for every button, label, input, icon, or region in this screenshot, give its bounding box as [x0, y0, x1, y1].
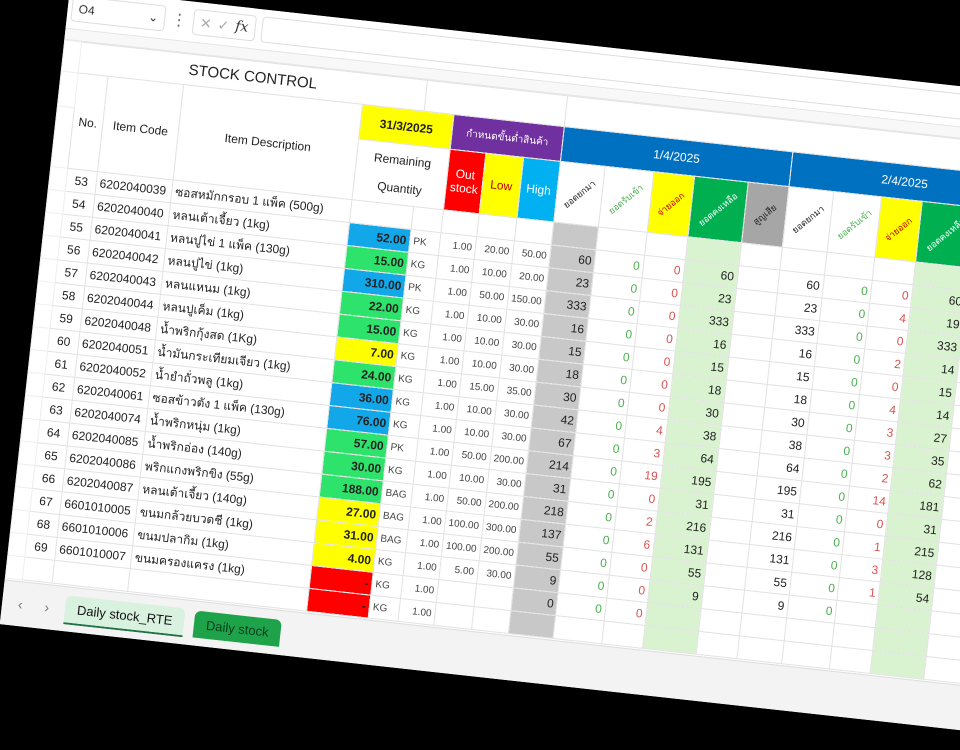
item-no[interactable]: 67 — [29, 488, 63, 515]
col-opening: ยอดยกมา — [782, 186, 834, 253]
item-no[interactable]: 53 — [65, 168, 98, 195]
opening-balance[interactable] — [736, 635, 785, 664]
item-no[interactable]: 69 — [24, 534, 58, 561]
item-no[interactable]: 58 — [52, 282, 85, 309]
loss[interactable] — [695, 631, 740, 659]
item-no[interactable]: 54 — [62, 191, 95, 218]
prev-sheet-icon[interactable]: ‹ — [11, 595, 29, 613]
header-item-code: Item Code — [97, 76, 184, 180]
item-no[interactable]: 65 — [34, 442, 68, 469]
stock-table: STOCK CONTROL No. Item Code Item Descrip… — [5, 40, 960, 685]
name-box[interactable]: O4 ⌄ — [70, 0, 167, 32]
col-opening: ยอดยกมา — [553, 161, 606, 227]
unit[interactable]: KG — [393, 366, 426, 393]
unit[interactable]: KG — [390, 389, 424, 416]
unit[interactable] — [411, 206, 444, 233]
item-no[interactable]: 55 — [60, 214, 93, 241]
unit[interactable]: KG — [373, 549, 406, 576]
received[interactable] — [553, 615, 605, 644]
unit[interactable]: KG — [395, 343, 429, 370]
min-low[interactable] — [433, 602, 474, 630]
tab-daily-stock[interactable]: Daily stock — [192, 610, 283, 647]
min-high[interactable] — [471, 606, 512, 634]
col-received: ยอดรับเข้า — [598, 166, 654, 233]
item-no[interactable]: 66 — [32, 465, 65, 492]
chevron-down-icon: ⌄ — [147, 9, 160, 25]
unit[interactable]: KG — [400, 297, 434, 325]
unit[interactable]: BAG — [378, 503, 411, 530]
issued[interactable] — [601, 620, 645, 649]
item-no[interactable] — [22, 556, 55, 584]
col-received: ยอดรับเข้า — [826, 191, 882, 258]
unit[interactable]: KG — [370, 572, 404, 599]
unit[interactable]: KG — [368, 595, 401, 622]
unit[interactable]: PK — [408, 229, 441, 256]
col-balance: ยอดคงเหลือ — [687, 176, 748, 243]
item-no[interactable]: 63 — [39, 396, 73, 424]
issued[interactable] — [829, 646, 873, 674]
spreadsheet: O4 ⌄ ⋮ ✕ ✓ fx STOCK CONTROL No. Item Code… — [0, 0, 960, 750]
tab-daily-stock-rte[interactable]: Daily stock_RTE — [63, 594, 186, 637]
opening-balance[interactable] — [508, 610, 556, 639]
item-no[interactable]: 60 — [47, 328, 80, 355]
item-no[interactable]: 68 — [27, 511, 60, 538]
confirm-icon[interactable]: ✓ — [217, 16, 230, 34]
header-remaining: Remaining Quantity — [351, 139, 451, 210]
item-no[interactable]: 56 — [57, 236, 90, 264]
min-out-stock[interactable]: 1.00 — [397, 598, 437, 626]
function-icon[interactable]: fx — [234, 18, 249, 35]
item-no[interactable]: 59 — [50, 305, 83, 332]
unit[interactable]: KG — [406, 252, 439, 279]
next-sheet-icon[interactable]: › — [38, 598, 56, 616]
item-no[interactable]: 62 — [42, 374, 75, 401]
item-no[interactable]: 57 — [55, 259, 88, 286]
item-no[interactable]: 64 — [37, 419, 70, 446]
unit[interactable]: BAG — [380, 480, 414, 508]
col-issued: จ่ายออก — [875, 196, 923, 262]
unit[interactable]: KG — [388, 412, 421, 439]
unit[interactable]: PK — [403, 275, 436, 302]
formula-controls: ✕ ✓ fx — [191, 8, 257, 42]
col-loss: สูญเสีย — [741, 182, 789, 248]
received[interactable] — [781, 640, 833, 669]
col-balance: ยอดคงเหลือ — [915, 201, 960, 268]
loss[interactable] — [923, 656, 960, 684]
col-issued: จ่ายออก — [646, 171, 695, 237]
unit[interactable]: KG — [383, 457, 416, 485]
more-icon: ⋮ — [170, 11, 188, 30]
item-no[interactable]: 61 — [44, 351, 78, 378]
unit[interactable]: KG — [398, 320, 431, 347]
unit[interactable]: PK — [385, 435, 419, 462]
cell-reference: O4 — [77, 2, 96, 18]
unit[interactable]: BAG — [375, 526, 409, 553]
cancel-icon[interactable]: ✕ — [199, 14, 212, 32]
